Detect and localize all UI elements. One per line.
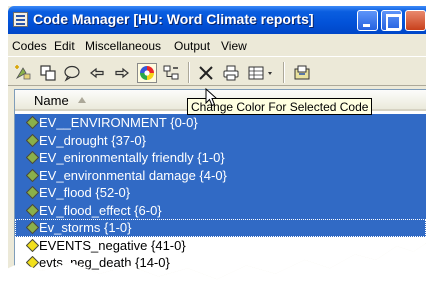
menu-codes[interactable]: Codes xyxy=(12,39,47,53)
mouse-cursor-icon xyxy=(205,88,218,107)
code-diamond-icon xyxy=(26,116,39,129)
view-menu-icon[interactable] xyxy=(246,63,276,83)
code-label: Ev_storms {1-0} xyxy=(39,220,132,235)
close-button[interactable] xyxy=(405,10,426,31)
code-label: EVENTS_negative {41-0} xyxy=(39,237,186,253)
menu-bar: Codes Edit Miscellaneous Output View xyxy=(8,35,426,55)
code-list[interactable]: Name EV__ENVIRONMENT {0-0} EV_drought {37… xyxy=(14,89,426,280)
app-icon[interactable] xyxy=(13,12,28,27)
list-item[interactable]: EV_drought {37-0} xyxy=(15,131,426,149)
toolbar-separator xyxy=(188,62,189,83)
toolbar xyxy=(8,56,426,86)
list-item[interactable]: EV_flood {52-0} xyxy=(15,184,426,202)
menu-view[interactable]: View xyxy=(221,39,247,53)
export-icon[interactable] xyxy=(292,63,312,83)
list-item[interactable]: EV_flood_effect {6-0} xyxy=(15,201,426,219)
list-item[interactable]: EVENTS_negative {41-0} xyxy=(15,237,426,255)
code-label: EV__ENVIRONMENT {0-0} xyxy=(39,115,198,130)
list-item[interactable]: EV_enironmentally friendly {1-0} xyxy=(15,149,426,167)
minimize-button[interactable] xyxy=(357,10,378,31)
window-title: Code Manager [HU: Word Climate reports] xyxy=(33,11,314,27)
code-diamond-icon xyxy=(26,221,39,234)
new-code-icon[interactable] xyxy=(13,63,33,83)
toolbar-separator xyxy=(283,62,284,83)
menu-edit[interactable]: Edit xyxy=(54,39,75,53)
code-diamond-icon xyxy=(26,186,39,199)
code-diamond-icon xyxy=(26,151,39,164)
list-item[interactable]: Ev_storms {1-0} xyxy=(15,219,426,237)
list-item[interactable]: EV_environmental damage {4-0} xyxy=(15,166,426,184)
code-label: EV_enironmentally friendly {1-0} xyxy=(39,150,225,165)
menu-miscellaneous[interactable]: Miscellaneous xyxy=(85,39,161,53)
menu-output[interactable]: Output xyxy=(174,39,210,53)
maximize-button[interactable] xyxy=(381,10,402,31)
title-bar[interactable]: Code Manager [HU: Word Climate reports] xyxy=(8,6,426,34)
code-manager-window: Code Manager [HU: Word Climate reports] … xyxy=(8,6,426,280)
comment-icon[interactable] xyxy=(62,63,82,83)
print-icon[interactable] xyxy=(221,63,241,83)
arrow-left-icon[interactable] xyxy=(87,63,107,83)
code-label: EV_drought {37-0} xyxy=(39,132,146,148)
code-rows: EV__ENVIRONMENT {0-0} EV_drought {37-0} EV… xyxy=(15,114,426,272)
list-item[interactable]: EV__ENVIRONMENT {0-0} xyxy=(15,114,426,132)
delete-icon[interactable] xyxy=(196,63,216,83)
column-header-label: Name xyxy=(34,93,69,108)
code-label: EV_flood {52-0} xyxy=(39,185,131,200)
code-label: EV_flood_effect {6-0} xyxy=(39,202,162,218)
list-item[interactable]: evts_neg_death {14-0} xyxy=(15,254,426,272)
sort-ascending-icon xyxy=(78,97,86,103)
code-diamond-icon xyxy=(26,168,39,182)
code-label: evts_neg_death {14-0} xyxy=(39,255,170,270)
code-diamond-icon xyxy=(26,133,39,147)
code-label: EV_environmental damage {4-0} xyxy=(39,167,227,183)
color-wheel-icon[interactable] xyxy=(137,63,157,83)
arrow-right-icon[interactable] xyxy=(112,63,132,83)
duplicate-icon[interactable] xyxy=(38,63,58,83)
code-diamond-icon xyxy=(26,256,39,269)
code-diamond-icon xyxy=(26,203,39,217)
code-diamond-icon xyxy=(26,238,39,252)
tree-icon[interactable] xyxy=(161,63,181,83)
